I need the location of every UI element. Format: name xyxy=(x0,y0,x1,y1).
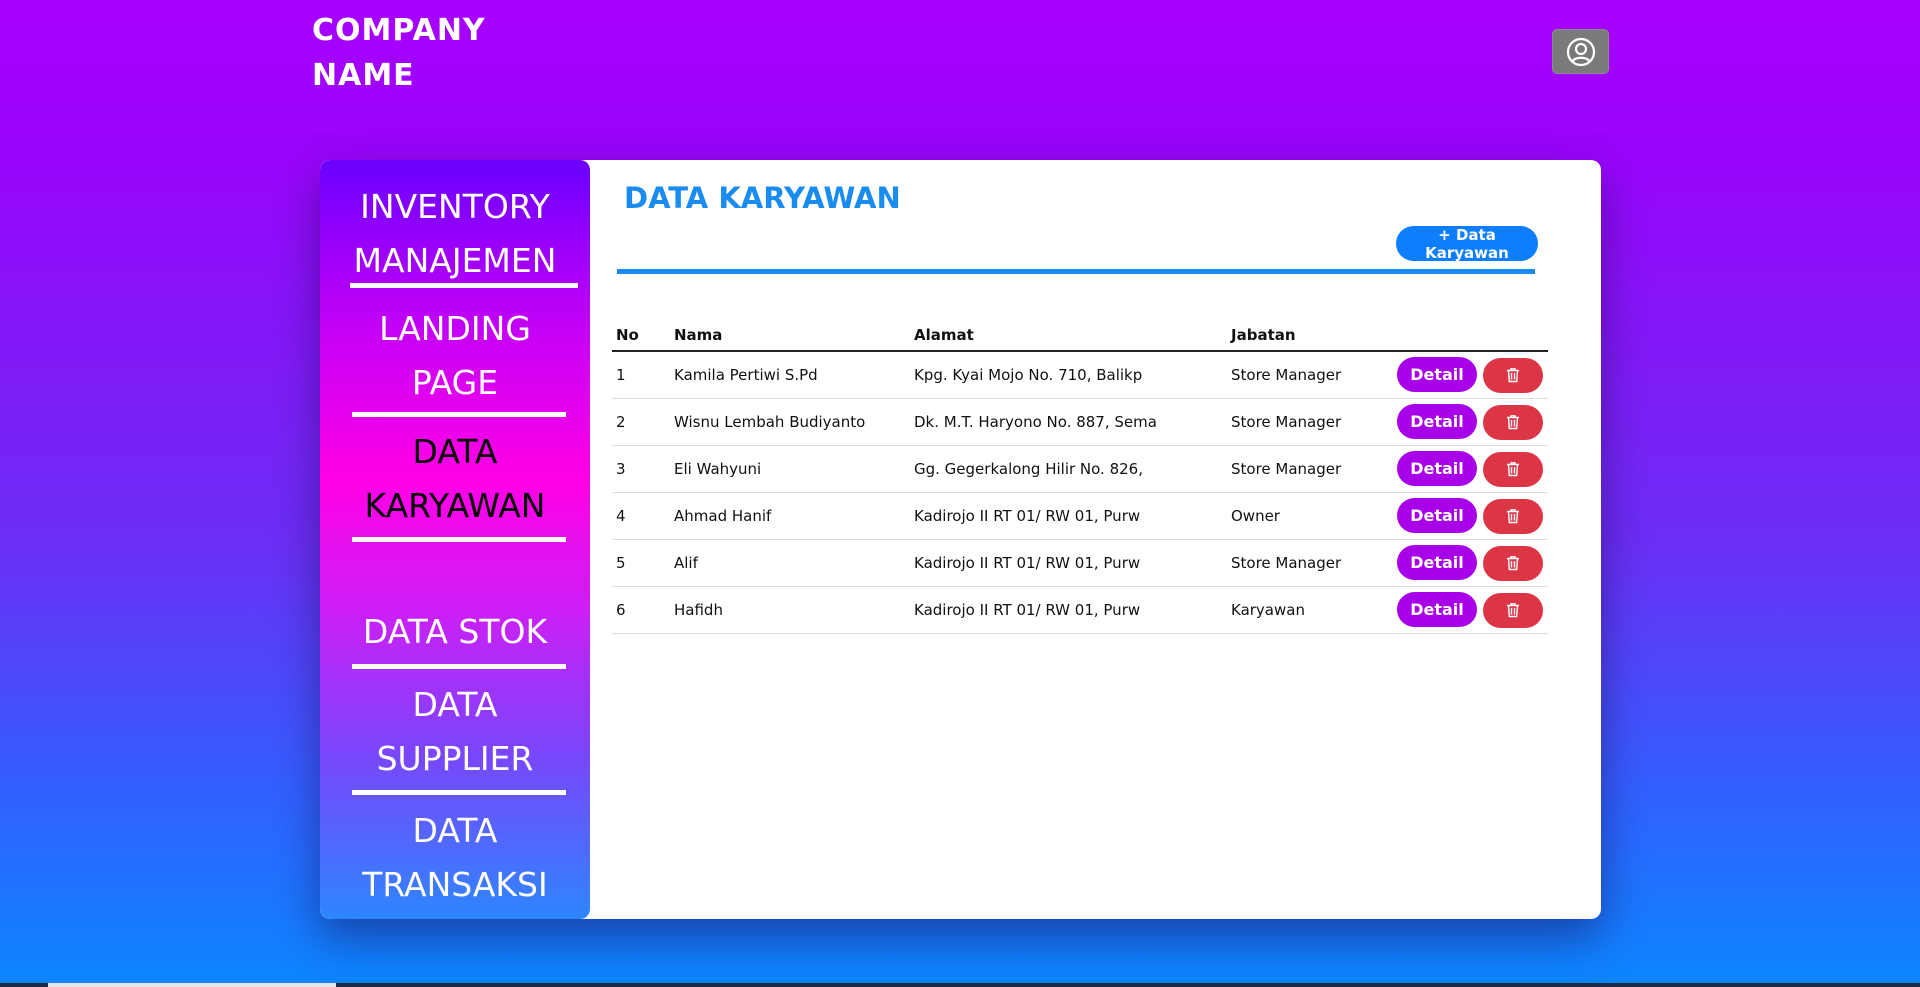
cell-nama: Eli Wahyuni xyxy=(670,445,910,493)
cell-alamat: Gg. Gegerkalong Hilir No. 826, xyxy=(910,445,1227,493)
sidebar-item-label: LANDING xyxy=(379,309,531,348)
table-row: 6 Hafidh Kadirojo II RT 01/ RW 01, Purw Kar… xyxy=(612,586,1548,634)
sidebar-item-data-stok[interactable]: DATA STOK xyxy=(320,605,590,659)
cell-no: 5 xyxy=(612,539,670,587)
trash-icon xyxy=(1507,368,1519,383)
bottom-scrollbar-thumb[interactable] xyxy=(48,983,336,987)
add-karyawan-button[interactable]: + Data Karyawan xyxy=(1396,226,1538,262)
sidebar-item-label: MANAJEMEN xyxy=(353,241,557,280)
page-title: DATA KARYAWAN xyxy=(624,181,901,215)
cell-jabatan: Store Manager xyxy=(1227,539,1391,587)
cell-alamat: Dk. M.T. Haryono No. 887, Sema xyxy=(910,398,1227,446)
delete-button[interactable] xyxy=(1483,404,1543,440)
cell-actions: Detail xyxy=(1391,445,1548,493)
delete-button[interactable] xyxy=(1483,498,1543,534)
sidebar-item-inventory-manajemen[interactable]: INVENTORY MANAJEMEN xyxy=(320,180,590,288)
cell-nama: Alif xyxy=(670,539,910,587)
sidebar-item-label: PAGE xyxy=(411,363,499,402)
sidebar-item-label: INVENTORY xyxy=(360,187,550,226)
sidebar-divider xyxy=(352,790,566,795)
cell-alamat: Kadirojo II RT 01/ RW 01, Purw xyxy=(910,586,1227,634)
sidebar-item-data-karyawan[interactable]: DATA KARYAWAN xyxy=(320,425,590,533)
detail-button[interactable]: Detail xyxy=(1397,450,1477,486)
sidebar-divider xyxy=(350,283,578,288)
cell-jabatan: Owner xyxy=(1227,492,1391,540)
sidebar-divider xyxy=(352,537,566,542)
cell-no: 6 xyxy=(612,586,670,634)
delete-button[interactable] xyxy=(1483,451,1543,487)
delete-button[interactable] xyxy=(1483,545,1543,581)
employee-table-wrapper: No Nama Alamat Jabatan 1 Kamila Pertiwi S… xyxy=(612,315,1548,634)
trash-icon xyxy=(1507,509,1519,524)
company-name: COMPANY NAME xyxy=(312,8,512,98)
cell-actions: Detail xyxy=(1391,539,1548,587)
trash-icon xyxy=(1507,415,1519,430)
detail-button[interactable]: Detail xyxy=(1397,403,1477,439)
sidebar-item-data-transaksi[interactable]: DATA TRANSAKSI xyxy=(320,804,590,912)
table-row: 4 Ahmad Hanif Kadirojo II RT 01/ RW 01, Pu… xyxy=(612,492,1548,540)
sidebar-divider xyxy=(352,412,566,417)
cell-actions: Detail xyxy=(1391,492,1548,540)
detail-button[interactable]: Detail xyxy=(1397,497,1477,533)
cell-actions: Detail xyxy=(1391,398,1548,446)
user-profile-button[interactable] xyxy=(1552,29,1609,74)
company-name-line2: NAME xyxy=(312,58,415,93)
sidebar-item-label: SUPPLIER xyxy=(376,739,534,778)
sidebar-item-landing-page[interactable]: LANDING PAGE xyxy=(320,302,590,410)
cell-alamat: Kadirojo II RT 01/ RW 01, Purw xyxy=(910,492,1227,540)
sidebar-item-label: DATA xyxy=(412,432,498,471)
detail-button[interactable]: Detail xyxy=(1397,356,1477,392)
sidebar-item-label: DATA STOK xyxy=(362,612,548,651)
sidebar: INVENTORY MANAJEMEN LANDING PAGE DATA KA… xyxy=(320,160,590,919)
detail-button[interactable]: Detail xyxy=(1397,591,1477,627)
cell-jabatan: Store Manager xyxy=(1227,445,1391,493)
cell-actions: Detail xyxy=(1391,351,1548,399)
cell-jabatan: Store Manager xyxy=(1227,351,1391,399)
cell-jabatan: Store Manager xyxy=(1227,398,1391,446)
cell-no: 2 xyxy=(612,398,670,446)
table-header-row: No Nama Alamat Jabatan xyxy=(612,315,1548,352)
user-circle-icon xyxy=(1566,37,1595,66)
delete-button[interactable] xyxy=(1483,592,1543,628)
cell-no: 3 xyxy=(612,445,670,493)
table-row: 2 Wisnu Lembah Budiyanto Dk. M.T. Haryono … xyxy=(612,398,1548,446)
cell-no: 1 xyxy=(612,351,670,399)
cell-nama: Kamila Pertiwi S.Pd xyxy=(670,351,910,399)
detail-button[interactable]: Detail xyxy=(1397,544,1477,580)
sidebar-item-label: DATA xyxy=(412,685,498,724)
sidebar-item-data-supplier[interactable]: DATA SUPPLIER xyxy=(320,678,590,786)
table-row: 1 Kamila Pertiwi S.Pd Kpg. Kyai Mojo No. 7… xyxy=(612,351,1548,399)
cell-alamat: Kpg. Kyai Mojo No. 710, Balikp xyxy=(910,351,1227,399)
column-header-no: No xyxy=(612,315,670,352)
sidebar-item-label: TRANSAKSI xyxy=(362,865,548,904)
cell-alamat: Kadirojo II RT 01/ RW 01, Purw xyxy=(910,539,1227,587)
delete-button[interactable] xyxy=(1483,357,1543,393)
trash-icon xyxy=(1507,462,1519,477)
cell-no: 4 xyxy=(612,492,670,540)
column-header-jabatan: Jabatan xyxy=(1227,315,1391,352)
table-row: 3 Eli Wahyuni Gg. Gegerkalong Hilir No. 82… xyxy=(612,445,1548,493)
sidebar-item-label: DATA xyxy=(412,811,498,850)
table-row: 5 Alif Kadirojo II RT 01/ RW 01, Purw Store… xyxy=(612,539,1548,587)
cell-nama: Ahmad Hanif xyxy=(670,492,910,540)
column-header-nama: Nama xyxy=(670,315,910,352)
main-card: INVENTORY MANAJEMEN LANDING PAGE DATA KA… xyxy=(320,160,1601,919)
cell-nama: Hafidh xyxy=(670,586,910,634)
sidebar-divider xyxy=(352,664,566,669)
column-header-actions xyxy=(1391,315,1548,352)
cell-actions: Detail xyxy=(1391,586,1548,634)
column-header-alamat: Alamat xyxy=(910,315,1227,352)
cell-jabatan: Karyawan xyxy=(1227,586,1391,634)
trash-icon xyxy=(1507,556,1519,571)
title-divider xyxy=(617,269,1535,274)
trash-icon xyxy=(1507,603,1519,618)
cell-nama: Wisnu Lembah Budiyanto xyxy=(670,398,910,446)
company-name-line1: COMPANY xyxy=(312,13,486,48)
sidebar-item-label: KARYAWAN xyxy=(364,486,546,525)
content-panel: DATA KARYAWAN + Data Karyawan No Nama Al… xyxy=(590,160,1601,919)
employee-table: No Nama Alamat Jabatan 1 Kamila Pertiwi S… xyxy=(612,315,1548,634)
